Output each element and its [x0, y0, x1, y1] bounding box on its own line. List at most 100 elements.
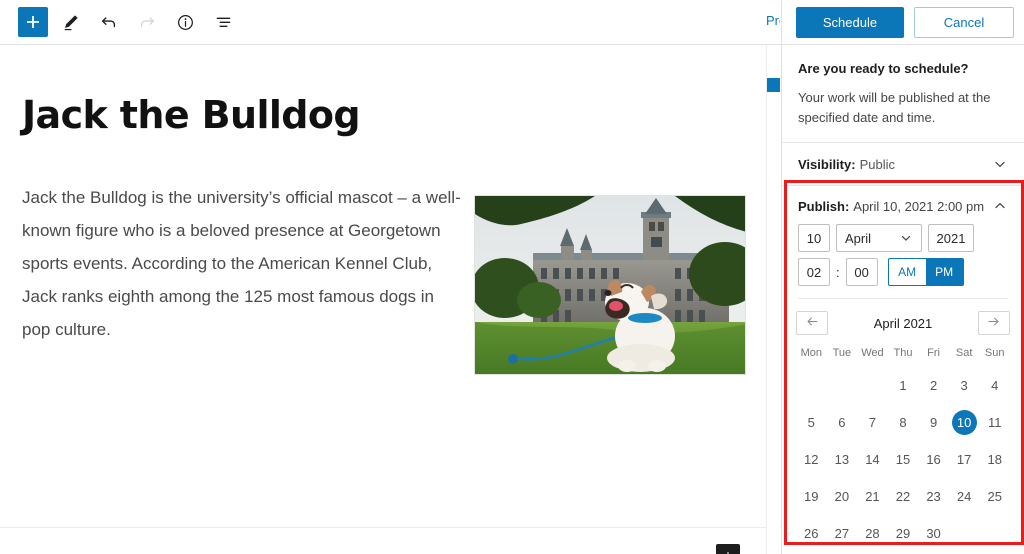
- calendar-weekday: Thu: [893, 347, 913, 360]
- info-icon: [176, 13, 195, 32]
- editor-scrollbar-track[interactable]: [766, 45, 780, 554]
- redo-button[interactable]: [132, 7, 162, 37]
- calendar-day[interactable]: 27: [827, 515, 858, 552]
- calendar-day[interactable]: 16: [918, 441, 949, 478]
- details-info-button[interactable]: [170, 7, 200, 37]
- add-block-icon: [25, 14, 41, 30]
- calendar-day[interactable]: 11: [979, 404, 1010, 441]
- calendar-day[interactable]: 4: [979, 367, 1010, 404]
- chevron-up-icon: [992, 198, 1008, 214]
- calendar-day[interactable]: 13: [827, 441, 858, 478]
- calendar-day[interactable]: 21: [857, 478, 888, 515]
- calendar-day-label: 11: [987, 415, 1002, 431]
- calendar-day[interactable]: 26: [796, 515, 827, 552]
- wordpress-block-editor: Preview Jack the Bulldog Jack the Bulldo…: [0, 0, 1024, 554]
- calendar-day-selected[interactable]: 10: [949, 404, 980, 441]
- arrow-right-icon: [986, 314, 1001, 332]
- calendar-day[interactable]: 18: [979, 441, 1010, 478]
- meridiem-toggle: AM PM: [887, 258, 964, 287]
- calendar-day[interactable]: 8: [888, 404, 919, 441]
- calendar-day-label: 2: [929, 378, 938, 394]
- calendar-day-label: 22: [895, 489, 911, 505]
- calendar: April 2021 Mon Tue Wed Thu Fri Sat Sun 1234567…: [782, 299, 1024, 554]
- editor-scrollbar-thumb[interactable]: [767, 78, 780, 92]
- calendar-day[interactable]: 30: [918, 515, 949, 552]
- hour-input[interactable]: [798, 258, 830, 287]
- calendar-weekday: Fri: [927, 347, 940, 360]
- calendar-weekday: Mon: [800, 347, 822, 360]
- undo-button[interactable]: [94, 7, 124, 37]
- ready-to-schedule-heading: Are you ready to schedule?: [798, 61, 969, 76]
- calendar-day-label: 1: [899, 378, 907, 394]
- block-inserter-button[interactable]: +: [716, 544, 740, 554]
- editor-canvas[interactable]: Jack the Bulldog Jack the Bulldog is the…: [0, 45, 782, 554]
- calendar-day[interactable]: 28: [857, 515, 888, 552]
- publish-row[interactable]: Publish: April 10, 2021 2:00 pm: [782, 186, 1024, 214]
- calendar-day[interactable]: 29: [888, 515, 919, 552]
- am-button[interactable]: AM: [887, 258, 926, 287]
- calendar-day-label: 15: [895, 452, 911, 468]
- publish-sidebar: Schedule Cancel Are you ready to schedul…: [781, 0, 1024, 554]
- calendar-day[interactable]: 9: [918, 404, 949, 441]
- calendar-day[interactable]: 3: [949, 367, 980, 404]
- calendar-day[interactable]: 17: [949, 441, 980, 478]
- calendar-day-label: 25: [987, 489, 1002, 505]
- chevron-down-icon: [899, 231, 913, 245]
- year-input[interactable]: [928, 224, 974, 253]
- calendar-day[interactable]: 19: [796, 478, 827, 515]
- calendar-day-label: 14: [865, 452, 880, 468]
- calendar-day[interactable]: 6: [827, 404, 858, 441]
- add-block-button[interactable]: [18, 7, 48, 37]
- cancel-button[interactable]: Cancel: [914, 6, 1014, 38]
- calendar-day-label: 20: [834, 489, 850, 505]
- calendar-weekday-row: Mon Tue Wed Thu Fri Sat Sun: [796, 341, 1010, 367]
- calendar-day-label: 19: [804, 489, 819, 505]
- toolbar-left-group: [0, 7, 238, 37]
- calendar-day-label: 23: [926, 489, 941, 505]
- next-month-button[interactable]: [977, 311, 1010, 336]
- date-row: April: [798, 224, 1008, 253]
- post-paragraph-block[interactable]: Jack the Bulldog is the university’s off…: [22, 137, 462, 347]
- time-row: : AM PM: [798, 258, 1008, 287]
- visibility-row[interactable]: Visibility: Public: [782, 143, 1024, 187]
- calendar-day[interactable]: 14: [857, 441, 888, 478]
- calendar-day-label: 10: [951, 410, 977, 436]
- publish-date-panel: Publish: April 10, 2021 2:00 pm April: [782, 186, 1024, 554]
- calendar-day[interactable]: 5: [796, 404, 827, 441]
- minute-input[interactable]: [845, 258, 878, 287]
- calendar-day[interactable]: 7: [857, 404, 888, 441]
- calendar-day-label: 12: [804, 452, 819, 468]
- calendar-day-label: 13: [834, 452, 850, 468]
- calendar-day[interactable]: 2: [918, 367, 949, 404]
- post-image-block[interactable]: [474, 195, 746, 375]
- calendar-day[interactable]: 23: [918, 478, 949, 515]
- pm-button[interactable]: PM: [925, 258, 964, 287]
- ready-to-schedule-description: Your work will be published at the speci…: [798, 90, 991, 126]
- calendar-day[interactable]: 25: [979, 478, 1010, 515]
- day-input[interactable]: [798, 224, 830, 253]
- undo-icon: [100, 13, 118, 31]
- schedule-button[interactable]: Schedule: [796, 6, 904, 38]
- calendar-day[interactable]: 24: [949, 478, 980, 515]
- visibility-value: Public: [859, 156, 895, 172]
- calendar-day[interactable]: 15: [888, 441, 919, 478]
- calendar-day[interactable]: 12: [796, 441, 827, 478]
- list-view-button[interactable]: [208, 7, 238, 37]
- post-title[interactable]: Jack the Bulldog: [22, 45, 760, 137]
- publish-label: Publish:: [798, 198, 850, 214]
- calendar-day-label: 24: [956, 489, 972, 505]
- calendar-day-label: 3: [960, 378, 968, 394]
- tools-pencil-button[interactable]: [56, 7, 86, 37]
- calendar-day-label: 21: [865, 489, 880, 505]
- calendar-day-grid[interactable]: 1 2 3 4 5 6 7 8 9 10 11 12 13 14 15 16 17 18 19 20 21 22 23 24 2…: [796, 367, 1010, 552]
- previous-month-button[interactable]: [796, 311, 828, 336]
- calendar-day[interactable]: 1: [888, 367, 919, 404]
- calendar-day[interactable]: 22: [888, 478, 919, 515]
- calendar-day-label: 6: [838, 415, 846, 431]
- month-select[interactable]: April: [836, 224, 922, 253]
- calendar-day-label: 16: [926, 452, 941, 468]
- bulldog-photo: [475, 196, 745, 374]
- preview-link[interactable]: Preview: [766, 13, 780, 28]
- calendar-day[interactable]: 20: [827, 478, 858, 515]
- calendar-day-label: 8: [899, 415, 907, 431]
